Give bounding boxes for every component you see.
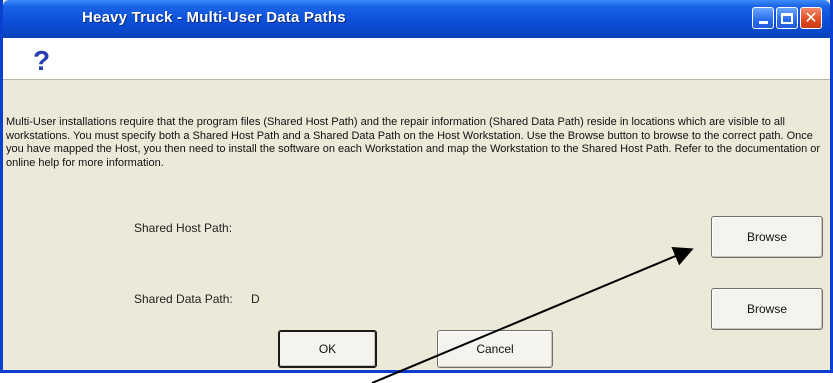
- instructions-text: Multi-User installations require that th…: [6, 116, 821, 169]
- ok-button[interactable]: OK: [278, 330, 377, 368]
- maximize-icon: [781, 12, 793, 24]
- maximize-button[interactable]: [776, 7, 798, 29]
- cancel-button[interactable]: Cancel: [437, 330, 553, 368]
- window-title: Heavy Truck - Multi-User Data Paths: [82, 9, 346, 26]
- shared-host-path-label: Shared Host Path:: [134, 221, 233, 235]
- minimize-icon: [758, 21, 768, 24]
- title-bar[interactable]: Heavy Truck - Multi-User Data Paths ✕: [3, 0, 830, 38]
- close-icon: ✕: [804, 8, 818, 27]
- shared-data-path-label: Shared Data Path:: [134, 292, 233, 306]
- close-button[interactable]: ✕: [800, 7, 822, 29]
- header-band: [3, 38, 830, 80]
- browse-data-button[interactable]: Browse: [711, 288, 823, 330]
- question-icon: ?: [33, 45, 51, 76]
- minimize-button[interactable]: [752, 7, 774, 29]
- shared-data-path-value: D: [251, 292, 260, 306]
- browse-host-button[interactable]: Browse: [711, 216, 823, 258]
- dialog-window: Heavy Truck - Multi-User Data Paths ✕ ? …: [0, 0, 833, 373]
